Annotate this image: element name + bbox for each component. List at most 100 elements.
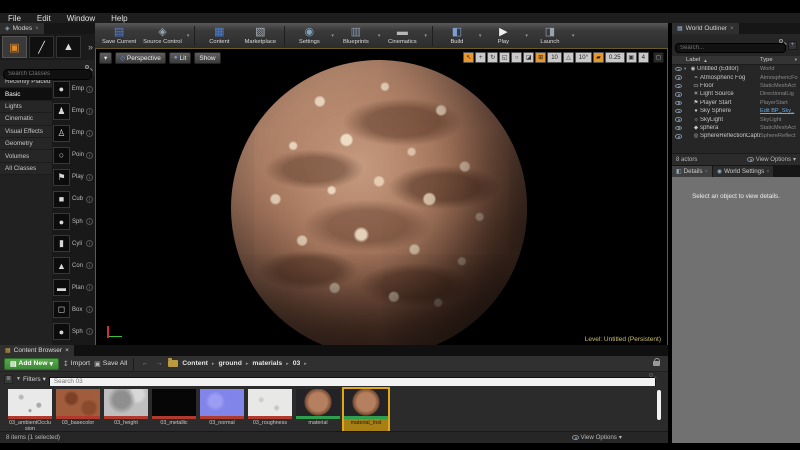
- visibility-eye-icon[interactable]: [675, 125, 682, 131]
- close-icon[interactable]: ×: [730, 26, 734, 32]
- world-local-toggle[interactable]: ○: [511, 52, 523, 63]
- info-icon[interactable]: i: [86, 240, 93, 248]
- list-item[interactable]: ○ Poin i: [53, 144, 94, 166]
- tab-modes[interactable]: ◈ Modes ×: [0, 23, 44, 34]
- build-button[interactable]: ◧ Build: [437, 24, 477, 47]
- mode-overflow-chevrons[interactable]: »: [88, 42, 93, 52]
- add-new-button[interactable]: ▤ Add New ▾: [4, 357, 59, 370]
- breadcrumb-materials[interactable]: materials: [252, 360, 282, 367]
- settings-button[interactable]: ◉ Settings: [289, 24, 329, 47]
- search-classes-input[interactable]: [3, 68, 92, 80]
- table-row[interactable]: ◆ sphera StaticMeshAct: [672, 124, 800, 132]
- view-mode-button[interactable]: ● Lit: [168, 52, 192, 64]
- filters-button[interactable]: ▼ Filters ▾: [16, 375, 46, 384]
- list-item[interactable]: ● Sph i: [53, 321, 94, 343]
- info-icon[interactable]: i: [86, 195, 93, 203]
- marketplace-button[interactable]: ▧ Marketplace: [240, 24, 280, 47]
- place-mode-button[interactable]: ▣: [2, 36, 27, 58]
- table-row[interactable]: ☀ Light Source DirectionalLig: [672, 90, 800, 98]
- column-options-icon[interactable]: ▾: [795, 57, 797, 63]
- table-row[interactable]: ⚑ Player Start PlayerStart: [672, 99, 800, 107]
- camera-speed-value[interactable]: 4: [637, 52, 649, 63]
- breadcrumb-separator-icon[interactable]: ▸: [212, 361, 215, 367]
- asset-tile[interactable]: 03_normal: [200, 389, 244, 431]
- cinematics-button[interactable]: ▬ Cinematics: [382, 24, 422, 47]
- paint-mode-button[interactable]: ╱: [29, 36, 54, 58]
- blueprints-button[interactable]: ▥ Blueprints: [336, 24, 376, 47]
- rotation-snap-toggle[interactable]: △: [562, 52, 574, 63]
- asset-tile[interactable]: material: [296, 389, 340, 431]
- table-row[interactable]: ≈ Atmospheric Fog AtmosphericFo: [672, 73, 800, 81]
- list-item[interactable]: ▬ Plan i: [53, 277, 94, 299]
- rocky-sphere-mesh[interactable]: [231, 60, 527, 347]
- show-flags-button[interactable]: Show: [194, 52, 221, 64]
- list-item[interactable]: ⚑ Play i: [53, 166, 94, 188]
- camera-mode-button[interactable]: ◇ Perspective: [115, 52, 166, 64]
- rotate-tool-button[interactable]: ↻: [487, 52, 499, 63]
- close-icon[interactable]: ×: [766, 169, 769, 175]
- cb-view-options-button[interactable]: View Options ▾: [571, 434, 622, 441]
- list-item[interactable]: ● Emp i: [53, 78, 94, 100]
- scale-tool-button[interactable]: ◱: [499, 52, 511, 63]
- asset-search-input[interactable]: [48, 376, 656, 387]
- close-icon[interactable]: ×: [65, 347, 69, 354]
- info-icon[interactable]: i: [86, 284, 93, 292]
- sources-panel-icon[interactable]: ≣: [4, 374, 13, 384]
- content-button[interactable]: ▦ Content: [199, 24, 239, 47]
- chevron-down-icon[interactable]: ▾: [424, 33, 427, 39]
- breadcrumb-content[interactable]: Content: [182, 360, 208, 367]
- list-item[interactable]: ♙ Emp i: [53, 122, 94, 144]
- breadcrumb-ground[interactable]: ground: [218, 360, 241, 367]
- asset-tile[interactable]: 03_basecolor: [56, 389, 100, 431]
- menu-file[interactable]: File: [8, 14, 21, 23]
- visibility-eye-icon[interactable]: [675, 83, 682, 89]
- outliner-filter-button[interactable]: +: [788, 40, 797, 50]
- chevron-down-icon[interactable]: ▾: [525, 33, 528, 39]
- close-icon[interactable]: ×: [705, 169, 708, 175]
- vertical-scrollbar[interactable]: [657, 390, 661, 420]
- info-icon[interactable]: i: [86, 85, 93, 93]
- info-icon[interactable]: i: [86, 218, 93, 225]
- breadcrumb-separator-icon[interactable]: ▸: [246, 361, 249, 367]
- grid-snap-value[interactable]: 10: [547, 52, 562, 63]
- tab-details[interactable]: ◧ Details ×: [672, 166, 712, 177]
- column-label[interactable]: Label ▲: [672, 57, 760, 63]
- info-icon[interactable]: i: [86, 328, 93, 336]
- column-type[interactable]: Type ▾: [760, 57, 800, 63]
- visibility-eye-icon[interactable]: [675, 108, 682, 114]
- info-icon[interactable]: i: [86, 262, 93, 270]
- list-item[interactable]: ◻ Box i: [53, 299, 94, 321]
- source-control-button[interactable]: ◈ Source Control: [140, 24, 185, 47]
- import-button[interactable]: ↧ Import: [63, 360, 90, 368]
- maximize-viewport-button[interactable]: ◻: [653, 52, 664, 63]
- list-item[interactable]: ▲ Con i: [53, 255, 94, 277]
- rotation-snap-value[interactable]: 10°: [574, 52, 592, 63]
- list-item[interactable]: ▮ Cyli i: [53, 233, 94, 255]
- asset-tile[interactable]: 03_ambientOcclusion: [8, 389, 52, 431]
- edit-blueprint-link[interactable]: Edit BP_Sky_: [760, 108, 800, 114]
- table-row[interactable]: ◎SphereReflectionCaptureSphereReflect: [672, 132, 800, 140]
- landscape-mode-button[interactable]: ▲: [56, 36, 81, 58]
- save-all-button[interactable]: ▣ Save All: [94, 360, 127, 368]
- info-icon[interactable]: i: [86, 151, 93, 159]
- tab-world-settings[interactable]: ◉ World Settings ×: [712, 166, 774, 177]
- scale-snap-toggle[interactable]: ▰: [592, 52, 604, 63]
- category-geometry[interactable]: Geometry: [0, 137, 52, 151]
- chevron-down-icon[interactable]: ▾: [331, 33, 334, 39]
- info-icon[interactable]: i: [86, 306, 93, 314]
- back-button[interactable]: ←: [140, 360, 150, 367]
- info-icon[interactable]: i: [86, 173, 93, 181]
- category-visual-effects[interactable]: Visual Effects: [0, 125, 52, 138]
- outliner-search-input[interactable]: [675, 43, 786, 53]
- category-basic[interactable]: Basic: [0, 88, 52, 101]
- info-icon[interactable]: i: [86, 129, 93, 137]
- select-tool-button[interactable]: ↖: [463, 52, 475, 63]
- level-viewport[interactable]: ▾ ◇ Perspective ● Lit Show ↖ + ↻ ◱ ○ ◪ ⊞ 1…: [95, 48, 668, 348]
- translate-tool-button[interactable]: +: [475, 52, 487, 63]
- play-button[interactable]: ▶ Play: [483, 24, 523, 47]
- menu-help[interactable]: Help: [111, 14, 127, 23]
- breadcrumb-03[interactable]: 03: [293, 360, 301, 367]
- asset-tile[interactable]: 03_roughness: [248, 389, 292, 431]
- surface-snap-button[interactable]: ◪: [523, 52, 535, 63]
- asset-tile[interactable]: 03_metallic: [152, 389, 196, 431]
